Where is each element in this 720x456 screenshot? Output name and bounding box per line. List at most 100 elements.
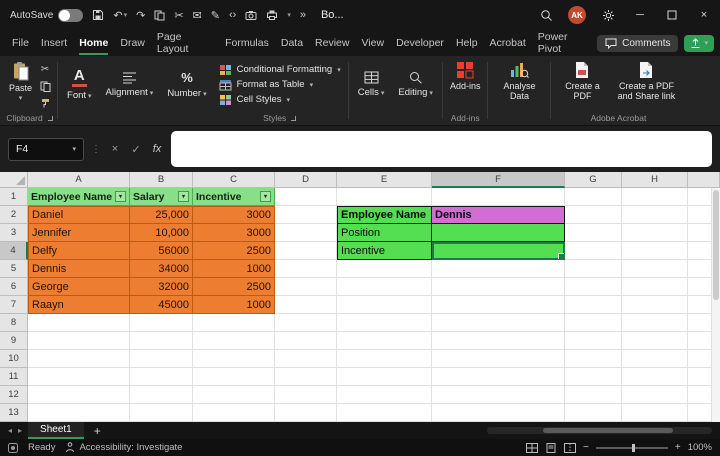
dialog-launcher-icon[interactable] xyxy=(291,116,296,121)
cell-F12[interactable] xyxy=(432,386,565,404)
page-layout-view-button[interactable] xyxy=(545,443,557,453)
cell-A11[interactable] xyxy=(28,368,130,386)
cell-F1[interactable] xyxy=(432,188,565,206)
cell-B5[interactable]: 34000 xyxy=(130,260,193,278)
settings-gear-button[interactable] xyxy=(592,0,624,30)
cell-B3[interactable]: 10,000 xyxy=(130,224,193,242)
cell-D11[interactable] xyxy=(275,368,337,386)
formula-input[interactable] xyxy=(171,131,712,167)
cell-D12[interactable] xyxy=(275,386,337,404)
filter-button[interactable]: ▾ xyxy=(178,191,189,202)
editing-group-button[interactable]: Editing▾ xyxy=(393,58,438,111)
row-header-7[interactable]: 7 xyxy=(0,296,28,314)
search-button[interactable] xyxy=(530,0,562,30)
cell-E12[interactable] xyxy=(337,386,432,404)
cell-G6[interactable] xyxy=(565,278,622,296)
formula-bar-handle[interactable]: ⋮ xyxy=(91,144,101,155)
cell-B8[interactable] xyxy=(130,314,193,332)
cell-C13[interactable] xyxy=(193,404,275,422)
sheet-nav-left-icon[interactable]: ◂ xyxy=(8,426,12,435)
column-header-E[interactable]: E xyxy=(337,172,432,188)
cell-E7[interactable] xyxy=(337,296,432,314)
cell-G5[interactable] xyxy=(565,260,622,278)
zoom-out-button[interactable]: − xyxy=(583,442,589,453)
format-painter-button[interactable] xyxy=(37,96,53,110)
cell-D13[interactable] xyxy=(275,404,337,422)
row-header-10[interactable]: 10 xyxy=(0,350,28,368)
row-header-5[interactable]: 5 xyxy=(0,260,28,278)
addins-button[interactable]: Add-ins xyxy=(447,58,484,111)
cell-B4[interactable]: 56000 xyxy=(130,242,193,260)
cell-C1[interactable]: Incentive▾ xyxy=(193,188,275,206)
cell-E4[interactable]: Incentive xyxy=(337,242,432,260)
alignment-group-button[interactable]: Alignment▾ xyxy=(101,58,159,111)
cell-H10[interactable] xyxy=(622,350,688,368)
close-button[interactable]: × xyxy=(688,0,720,30)
cell-E11[interactable] xyxy=(337,368,432,386)
cell-F13[interactable] xyxy=(432,404,565,422)
cell-H13[interactable] xyxy=(622,404,688,422)
cell-G1[interactable] xyxy=(565,188,622,206)
cell-C6[interactable]: 2500 xyxy=(193,278,275,296)
paste-button[interactable]: Paste ▾ xyxy=(6,58,35,111)
cell-A10[interactable] xyxy=(28,350,130,368)
cell-G2[interactable] xyxy=(565,206,622,224)
cell-E6[interactable] xyxy=(337,278,432,296)
select-all-corner[interactable] xyxy=(0,172,28,188)
cell-A2[interactable]: Daniel xyxy=(28,206,130,224)
cell-F3[interactable] xyxy=(432,224,565,242)
cell-H4[interactable] xyxy=(622,242,688,260)
add-sheet-button[interactable]: + xyxy=(90,424,105,438)
draw-button[interactable]: ✎ xyxy=(211,9,220,22)
share-button[interactable]: ▾ xyxy=(684,35,714,52)
cell-D9[interactable] xyxy=(275,332,337,350)
row-header-11[interactable]: 11 xyxy=(0,368,28,386)
name-box[interactable]: F4 ▾ xyxy=(8,138,84,161)
cell-B13[interactable] xyxy=(130,404,193,422)
cell-B1[interactable]: Salary▾ xyxy=(130,188,193,206)
cell-D2[interactable] xyxy=(275,206,337,224)
cell-C7[interactable]: 1000 xyxy=(193,296,275,314)
cell-G8[interactable] xyxy=(565,314,622,332)
cell-E10[interactable] xyxy=(337,350,432,368)
cell-H8[interactable] xyxy=(622,314,688,332)
cell-F8[interactable] xyxy=(432,314,565,332)
column-header-B[interactable]: B xyxy=(130,172,193,188)
cell-F6[interactable] xyxy=(432,278,565,296)
cell-D1[interactable] xyxy=(275,188,337,206)
cell-G11[interactable] xyxy=(565,368,622,386)
format-as-table-button[interactable]: Format as Table ▾ xyxy=(216,78,316,92)
cell-B7[interactable]: 45000 xyxy=(130,296,193,314)
cell-C9[interactable] xyxy=(193,332,275,350)
cell-C10[interactable] xyxy=(193,350,275,368)
column-header-D[interactable]: D xyxy=(275,172,337,188)
cell-D6[interactable] xyxy=(275,278,337,296)
tab-power-pivot[interactable]: Power Pivot xyxy=(532,30,597,56)
cell-C4[interactable]: 2500 xyxy=(193,242,275,260)
number-group-button[interactable]: % Number▾ xyxy=(162,58,211,111)
cell-E1[interactable] xyxy=(337,188,432,206)
cells-group-button[interactable]: Cells▾ xyxy=(353,58,390,111)
cell-B11[interactable] xyxy=(130,368,193,386)
mail-button[interactable]: ✉ xyxy=(193,9,202,22)
cell-D5[interactable] xyxy=(275,260,337,278)
cell-C3[interactable]: 3000 xyxy=(193,224,275,242)
tab-insert[interactable]: Insert xyxy=(35,30,73,56)
cell-G10[interactable] xyxy=(565,350,622,368)
row-header-6[interactable]: 6 xyxy=(0,278,28,296)
minimize-button[interactable]: ─ xyxy=(624,0,656,30)
camera-button[interactable] xyxy=(245,9,257,21)
cut-button[interactable]: ✂ xyxy=(174,9,183,22)
cell-B6[interactable]: 32000 xyxy=(130,278,193,296)
create-pdf-share-button[interactable]: Create a PDF and Share link xyxy=(611,58,681,111)
copy-button[interactable] xyxy=(154,10,165,21)
cell-F7[interactable] xyxy=(432,296,565,314)
tab-view[interactable]: View xyxy=(355,30,390,56)
cell-F9[interactable] xyxy=(432,332,565,350)
cell-C8[interactable] xyxy=(193,314,275,332)
cell-D7[interactable] xyxy=(275,296,337,314)
autosave-toggle[interactable] xyxy=(58,9,83,22)
tab-draw[interactable]: Draw xyxy=(114,30,151,56)
cell-G9[interactable] xyxy=(565,332,622,350)
filter-button[interactable]: ▾ xyxy=(260,191,271,202)
